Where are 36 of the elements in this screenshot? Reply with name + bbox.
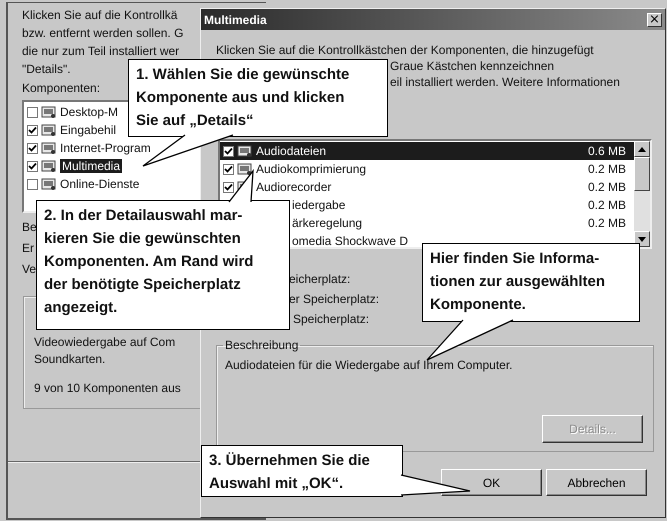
description-text: 9 von 10 Komponenten aus [34, 380, 181, 397]
item-label: Audiorecorder [256, 180, 332, 194]
item-label: Audiokomprimierung [256, 162, 366, 176]
field-label: eicherplatz: [289, 271, 350, 288]
window-title: Multimedia [204, 12, 267, 26]
description-text: Audiodateien für die Wiedergabe auf Ihrem Computer. [225, 358, 514, 372]
field-label: Er [22, 240, 34, 257]
callout-text: 3. Übernehmen Sie die Auswahl mit „OK“. [201, 445, 403, 497]
item-size: 0.2 MB [588, 180, 626, 194]
description-text: Videowiedergabe auf Com [34, 334, 176, 351]
item-label: Multimedia [60, 159, 122, 173]
field-label: Ve [22, 261, 36, 278]
field-label: Speicherplatz: [293, 311, 370, 328]
item-label: Internet-Program [60, 141, 151, 155]
item-label: Desktop-M [60, 105, 118, 119]
item-size: 0.2 MB [588, 198, 626, 212]
item-label: Eingabehil [60, 123, 116, 137]
item-size: 0.2 MB [588, 162, 626, 176]
item-size: 0.6 MB [588, 144, 626, 158]
item-label: Online-Dienste [60, 177, 140, 191]
field-label: Be [22, 219, 37, 236]
item-size: 0.2 MB [588, 216, 626, 230]
instruction-text: "Details". [22, 61, 71, 78]
item-label: iedergabe [292, 198, 346, 212]
list-label: Komponenten: [22, 80, 100, 97]
item-label: ärkeregelung [292, 216, 362, 230]
instruction-text: die nur zum Teil installiert wer [22, 43, 180, 60]
callout-text: 2. In der Detailauswahl mar- kieren Sie die gewünschten Komponenten. Am Rand wird der benötigte Speicherplatz angezeigt. [36, 200, 290, 330]
group-label: Beschreibung [224, 338, 300, 352]
instruction-text: Graue Kästchen kennzeichnen [390, 58, 554, 74]
instruction-text: bzw. entfernt werden sollen. G [22, 25, 184, 42]
description-text: Soundkarten. [34, 351, 106, 368]
instruction-text: Klicken Sie auf die Kontrollkä [22, 7, 178, 24]
instruction-text: Klicken Sie auf die Kontrollkästchen der Komponenten, die hinzugefügt [216, 42, 594, 58]
item-label: Audiodateien [256, 144, 326, 158]
instruction-text: eil installiert werden. Weitere Informationen [390, 74, 620, 90]
